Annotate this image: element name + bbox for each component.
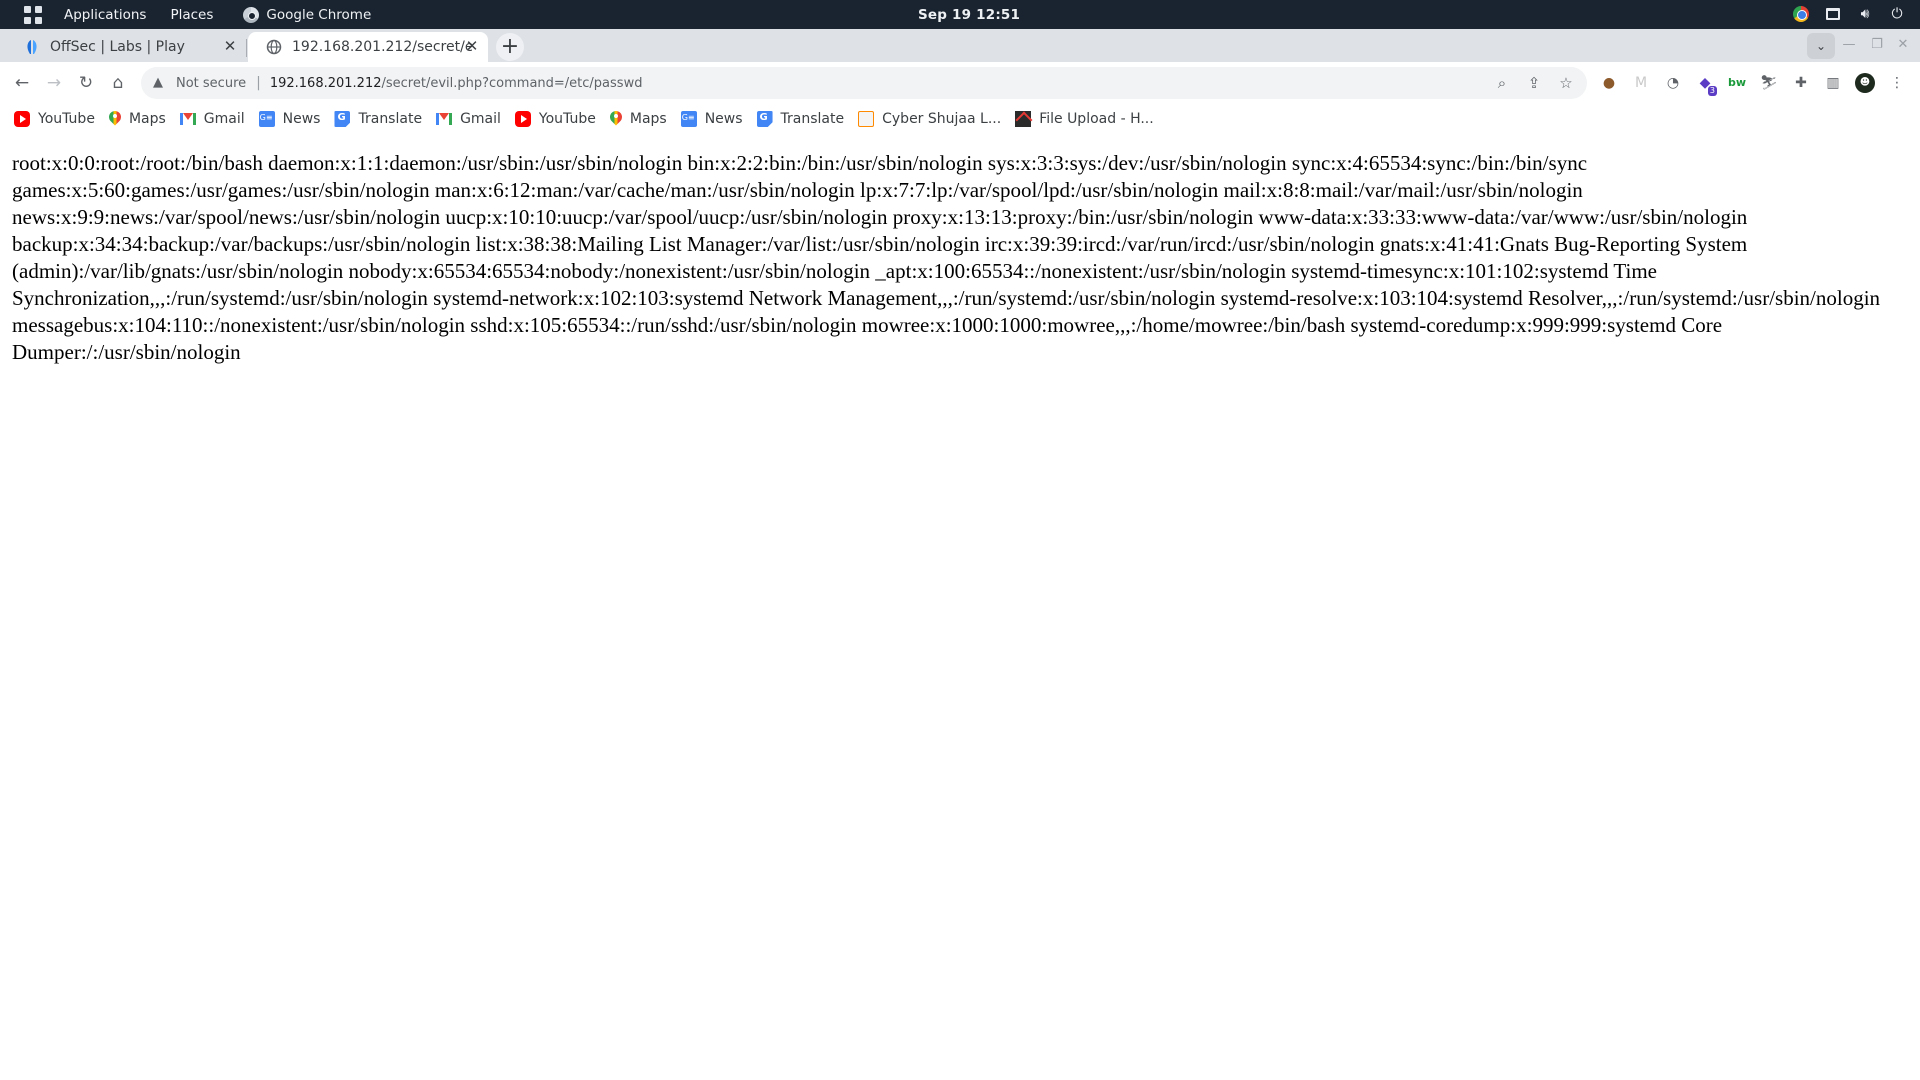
- places-menu[interactable]: Places: [170, 7, 213, 23]
- wappalyzer-extension-icon[interactable]: ◆ 3: [1695, 73, 1717, 96]
- tab-search-button[interactable]: ⌄: [1807, 33, 1835, 59]
- omnibox-actions: ⌕ ⇪ ☆: [1493, 74, 1575, 92]
- bookmark-maps[interactable]: Maps: [610, 111, 667, 127]
- bookmark-file-upload[interactable]: File Upload - H...: [1015, 111, 1154, 127]
- forward-button[interactable]: →: [42, 71, 66, 95]
- extension-badge: 3: [1707, 86, 1717, 96]
- url-path: /secret/evil.php?command=/etc/passwd: [381, 75, 643, 91]
- close-tab-icon[interactable]: ✕: [464, 38, 480, 54]
- system-tray: 🔊︎ ⏻: [1792, 5, 1906, 23]
- applications-menu[interactable]: Applications: [64, 7, 146, 23]
- tab-title: OffSec | Labs | Play: [50, 39, 185, 55]
- gmail-icon: [179, 113, 196, 125]
- power-icon[interactable]: ⏻: [1888, 5, 1906, 23]
- bookmark-translate[interactable]: Translate: [334, 111, 422, 127]
- system-top-bar: Applications Places Google Chrome Sep 19…: [0, 0, 1920, 29]
- tab-offsec[interactable]: OffSec | Labs | Play ✕: [6, 32, 246, 62]
- bookmark-label: Cyber Shujaa L...: [882, 111, 1002, 127]
- bookmark-label: Gmail: [203, 111, 245, 127]
- bookmark-label: News: [704, 111, 743, 127]
- bookmark-label: Maps: [128, 111, 166, 127]
- bookmark-label: YouTube: [38, 111, 95, 127]
- bookmark-translate[interactable]: Translate: [756, 111, 845, 127]
- chrome-icon: [243, 6, 260, 23]
- browser-toolbar: ← → ↻ ⌂ ▲ Not secure | 192.168.201.212/s…: [0, 62, 1920, 104]
- security-label[interactable]: Not secure: [176, 76, 246, 91]
- bookmark-label: Translate: [780, 111, 845, 127]
- bookmark-label: News: [282, 111, 321, 127]
- bookmark-label: YouTube: [538, 111, 596, 127]
- clock[interactable]: Sep 19 12:51: [918, 7, 1020, 23]
- zoom-icon[interactable]: ⌕: [1493, 74, 1511, 92]
- active-app-label: Google Chrome: [266, 6, 372, 23]
- bookmark-youtube[interactable]: YouTube: [514, 111, 596, 127]
- extensions-puzzle-icon[interactable]: ✚: [1791, 73, 1811, 93]
- bookmark-cyber-shujaa[interactable]: Cyber Shujaa L...: [858, 111, 1001, 127]
- reload-button[interactable]: ↻: [74, 71, 98, 95]
- app-grid-icon[interactable]: [24, 5, 42, 24]
- url-host: 192.168.201.212: [269, 75, 382, 91]
- active-app-menu[interactable]: Google Chrome: [243, 6, 372, 23]
- offsec-icon: [27, 40, 37, 54]
- tab-divider: [246, 39, 247, 57]
- agent-extension-icon[interactable]: ⛷: [1759, 73, 1779, 93]
- youtube-icon: [14, 111, 30, 127]
- youtube-icon: [514, 111, 531, 127]
- bookmark-label: File Upload - H...: [1039, 111, 1154, 127]
- tab-evil-php[interactable]: 192.168.201.212/secret/evil.php?command=…: [248, 32, 488, 62]
- bw-extension-icon[interactable]: bw: [1727, 73, 1747, 93]
- share-icon[interactable]: ⇪: [1525, 74, 1543, 92]
- warning-icon[interactable]: ▲: [150, 75, 166, 91]
- maps-icon: [109, 111, 121, 127]
- menu-kebab-icon[interactable]: ⋮: [1887, 73, 1907, 93]
- bookmark-maps[interactable]: Maps: [109, 111, 166, 127]
- chrome-tray-icon[interactable]: [1792, 5, 1810, 23]
- translate-icon: [756, 111, 773, 127]
- maps-icon: [610, 111, 622, 127]
- window-icon[interactable]: [1824, 5, 1842, 23]
- translate-icon: [334, 111, 351, 127]
- speed-extension-icon[interactable]: ◔: [1663, 73, 1683, 93]
- close-window-icon[interactable]: ✕: [1892, 34, 1914, 56]
- globe-icon: [266, 39, 282, 55]
- tab-title: 192.168.201.212/secret/evil.php?command=…: [292, 39, 472, 55]
- home-button[interactable]: ⌂: [106, 71, 130, 95]
- gmail-icon: [436, 113, 453, 125]
- m-extension-icon[interactable]: M: [1631, 73, 1651, 93]
- close-tab-icon[interactable]: ✕: [222, 38, 238, 54]
- back-button[interactable]: ←: [10, 71, 34, 95]
- bookmark-label: Maps: [629, 111, 667, 127]
- minimize-icon[interactable]: —: [1838, 34, 1860, 56]
- news-icon: [258, 111, 275, 127]
- bookmark-star-icon[interactable]: ☆: [1557, 74, 1575, 92]
- file-upload-icon: [1015, 111, 1032, 127]
- new-tab-button[interactable]: +: [496, 33, 524, 61]
- bookmark-news[interactable]: News: [258, 111, 321, 127]
- bookmark-news[interactable]: News: [680, 111, 743, 127]
- bookmark-label: Translate: [358, 111, 423, 127]
- cyber-shujaa-icon: [858, 111, 875, 127]
- bookmarks-bar: YouTube Maps Gmail News Translate Gmail …: [0, 104, 1920, 134]
- volume-icon[interactable]: 🔊︎: [1856, 5, 1874, 23]
- restore-icon[interactable]: ❐: [1866, 34, 1888, 56]
- bookmark-gmail[interactable]: Gmail: [179, 111, 245, 127]
- separator: |: [256, 75, 261, 91]
- bookmark-youtube[interactable]: YouTube: [14, 111, 95, 127]
- tab-strip: OffSec | Labs | Play ✕ 192.168.201.212/s…: [0, 29, 1920, 62]
- cookie-extension-icon[interactable]: ●: [1599, 73, 1619, 93]
- profile-avatar[interactable]: ☻: [1855, 73, 1875, 93]
- side-panel-icon[interactable]: ▥: [1823, 73, 1843, 93]
- news-icon: [680, 111, 697, 127]
- bookmark-gmail[interactable]: Gmail: [436, 111, 501, 127]
- url-text[interactable]: 192.168.201.212/secret/evil.php?command=…: [270, 76, 643, 91]
- address-bar[interactable]: ▲ Not secure | 192.168.201.212/secret/ev…: [141, 67, 1587, 99]
- bookmark-label: Gmail: [460, 111, 501, 127]
- page-body-text: root:x:0:0:root:/root:/bin/bash daemon:x…: [12, 151, 1881, 364]
